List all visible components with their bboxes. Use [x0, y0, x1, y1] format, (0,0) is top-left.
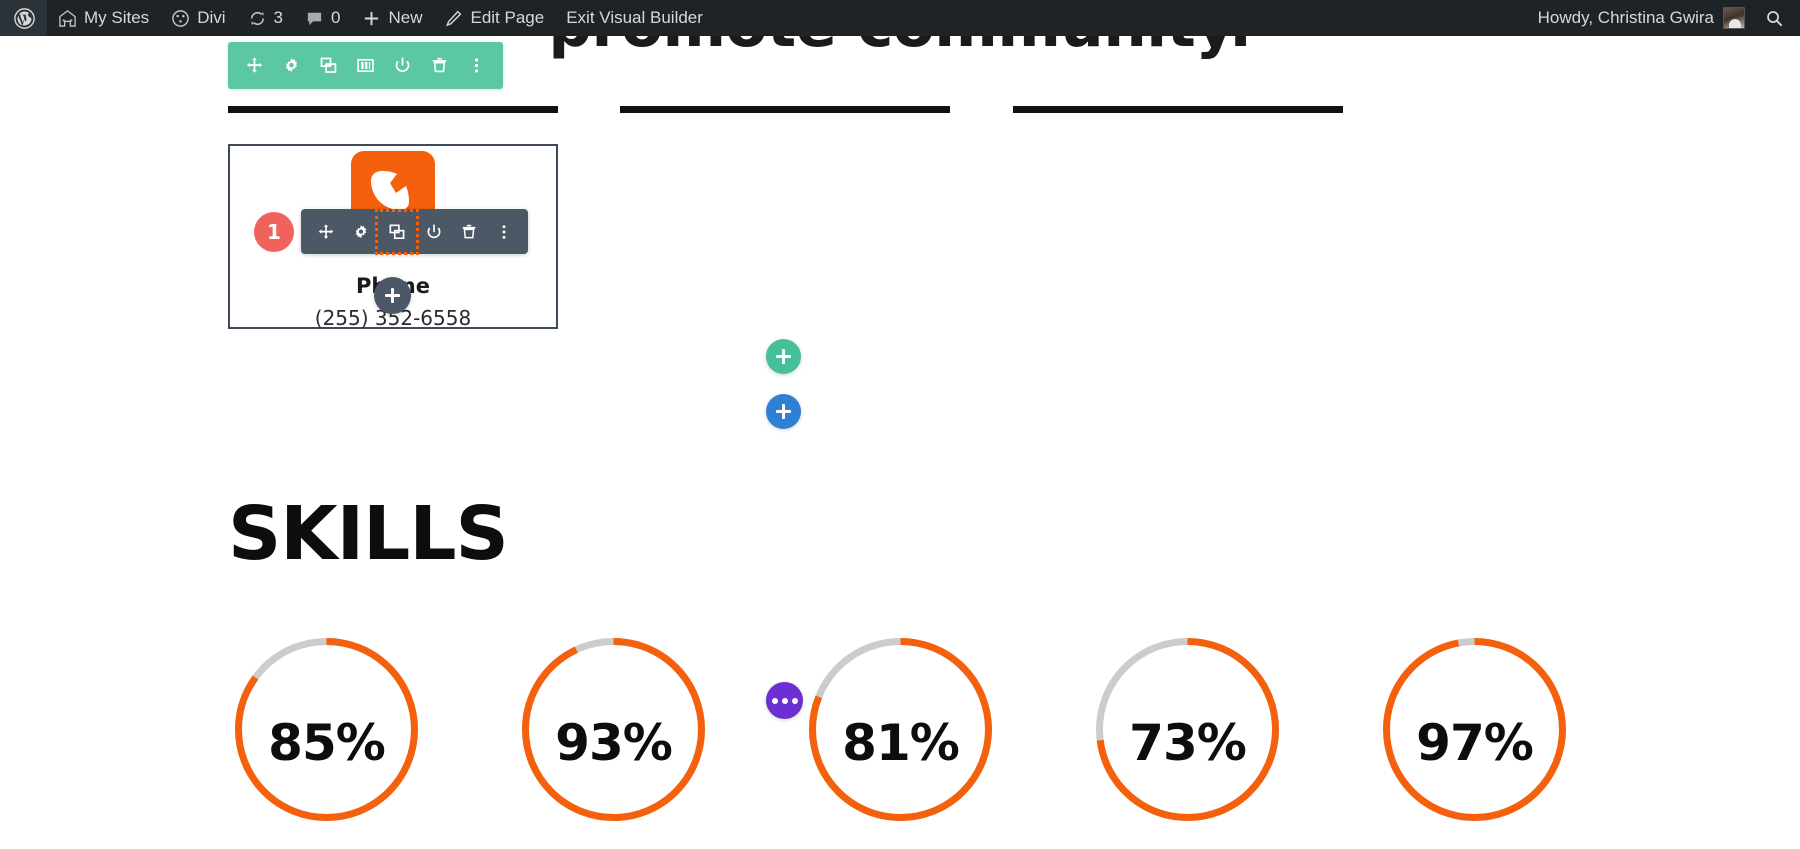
kebab-icon: [467, 56, 486, 75]
circle-counter-value: 93%: [555, 714, 673, 772]
move-module-button[interactable]: [309, 213, 342, 251]
row-columns-button[interactable]: [349, 46, 382, 86]
search-icon: [1765, 9, 1784, 28]
wordpress-logo-button[interactable]: [0, 0, 47, 36]
circle-counter: 73%: [1089, 631, 1286, 849]
delete-module-button[interactable]: [452, 213, 485, 251]
move-icon: [317, 223, 335, 241]
adminbar-label: Divi: [197, 8, 226, 27]
wp-admin-bar: My Sites Divi 3 0 New Edit Page Exit Vis…: [0, 0, 1800, 36]
disable-module-button[interactable]: [417, 213, 450, 251]
circle-counter: 85%: [228, 631, 425, 849]
adminbar-label: Edit Page: [470, 8, 545, 27]
gear-icon: [352, 223, 370, 241]
avatar: [1723, 7, 1745, 29]
trash-icon: [430, 56, 449, 75]
circle-counter-value: 81%: [842, 714, 960, 772]
adminbar-label: New: [388, 8, 423, 27]
delete-row-button[interactable]: [423, 46, 456, 86]
disable-row-button[interactable]: [386, 46, 419, 86]
row-toolbar: [228, 42, 503, 89]
adminbar-search-button[interactable]: [1755, 0, 1800, 36]
ellipsis-icon: [771, 697, 798, 704]
adminbar-item-updates[interactable]: 3: [237, 0, 294, 36]
adminbar-item-comments[interactable]: 0: [294, 0, 351, 36]
adminbar-item-my-sites[interactable]: My Sites: [47, 0, 160, 36]
page-title: SKILLS: [228, 491, 509, 577]
duplicate-icon: [319, 56, 338, 75]
move-row-button[interactable]: [238, 46, 271, 86]
wordpress-icon: [14, 7, 35, 29]
adminbar-right-group: Howdy, Christina Gwira: [1528, 0, 1800, 36]
row-more-options-button[interactable]: [460, 46, 493, 86]
module-options-button[interactable]: [766, 682, 803, 719]
updates-icon: [248, 9, 267, 28]
divi-icon: [171, 9, 190, 28]
columns-icon: [356, 56, 375, 75]
trash-icon: [460, 223, 478, 241]
adminbar-account-menu[interactable]: Howdy, Christina Gwira: [1528, 0, 1755, 36]
adminbar-item-divi[interactable]: Divi: [160, 0, 236, 36]
plus-icon: [362, 9, 381, 28]
circle-counter: 81%: [802, 631, 999, 849]
duplicate-row-button[interactable]: [312, 46, 345, 86]
adminbar-label: 0: [331, 8, 341, 27]
visual-builder-canvas: promote community.: [0, 36, 1800, 849]
kebab-icon: [495, 223, 513, 241]
move-icon: [245, 56, 264, 75]
circle-counter-value: 73%: [1129, 714, 1247, 772]
plus-icon: [385, 288, 400, 303]
sites-icon: [58, 9, 77, 28]
circle-counter-value: 97%: [1416, 714, 1534, 772]
adminbar-label: 3: [273, 8, 283, 27]
add-section-button[interactable]: [766, 394, 801, 429]
row-settings-button[interactable]: [275, 46, 308, 86]
pencil-icon: [444, 9, 463, 28]
comments-icon: [305, 9, 324, 28]
module-toolbar: [301, 208, 528, 255]
duplicate-icon: [388, 223, 406, 241]
status-badge: 1: [254, 212, 294, 252]
divider-column-1: [228, 106, 558, 113]
divider-column-2: [620, 106, 950, 113]
add-row-button[interactable]: [766, 339, 801, 374]
adminbar-item-exit-visual-builder[interactable]: Exit Visual Builder: [555, 0, 714, 36]
adminbar-item-new[interactable]: New: [351, 0, 433, 36]
divider-column-3: [1013, 106, 1343, 113]
power-icon: [425, 223, 443, 241]
circle-counter: 93%: [515, 631, 712, 849]
circle-counter: 97%: [1376, 631, 1573, 849]
adminbar-label: Exit Visual Builder: [566, 8, 703, 27]
module-more-options-button[interactable]: [487, 213, 520, 251]
gear-icon: [282, 56, 301, 75]
duplicate-module-button[interactable]: [375, 208, 419, 255]
skills-circle-counters: 85% 93% 81% 73% 97%: [228, 631, 1573, 849]
plus-icon: [776, 349, 791, 364]
add-module-button[interactable]: [374, 277, 411, 314]
adminbar-label: My Sites: [84, 8, 150, 27]
plus-icon: [776, 404, 791, 419]
module-settings-button[interactable]: [344, 213, 377, 251]
howdy-label: Howdy, Christina Gwira: [1537, 8, 1714, 27]
adminbar-item-edit-page[interactable]: Edit Page: [433, 0, 555, 36]
circle-counter-value: 85%: [268, 714, 386, 772]
power-icon: [393, 56, 412, 75]
